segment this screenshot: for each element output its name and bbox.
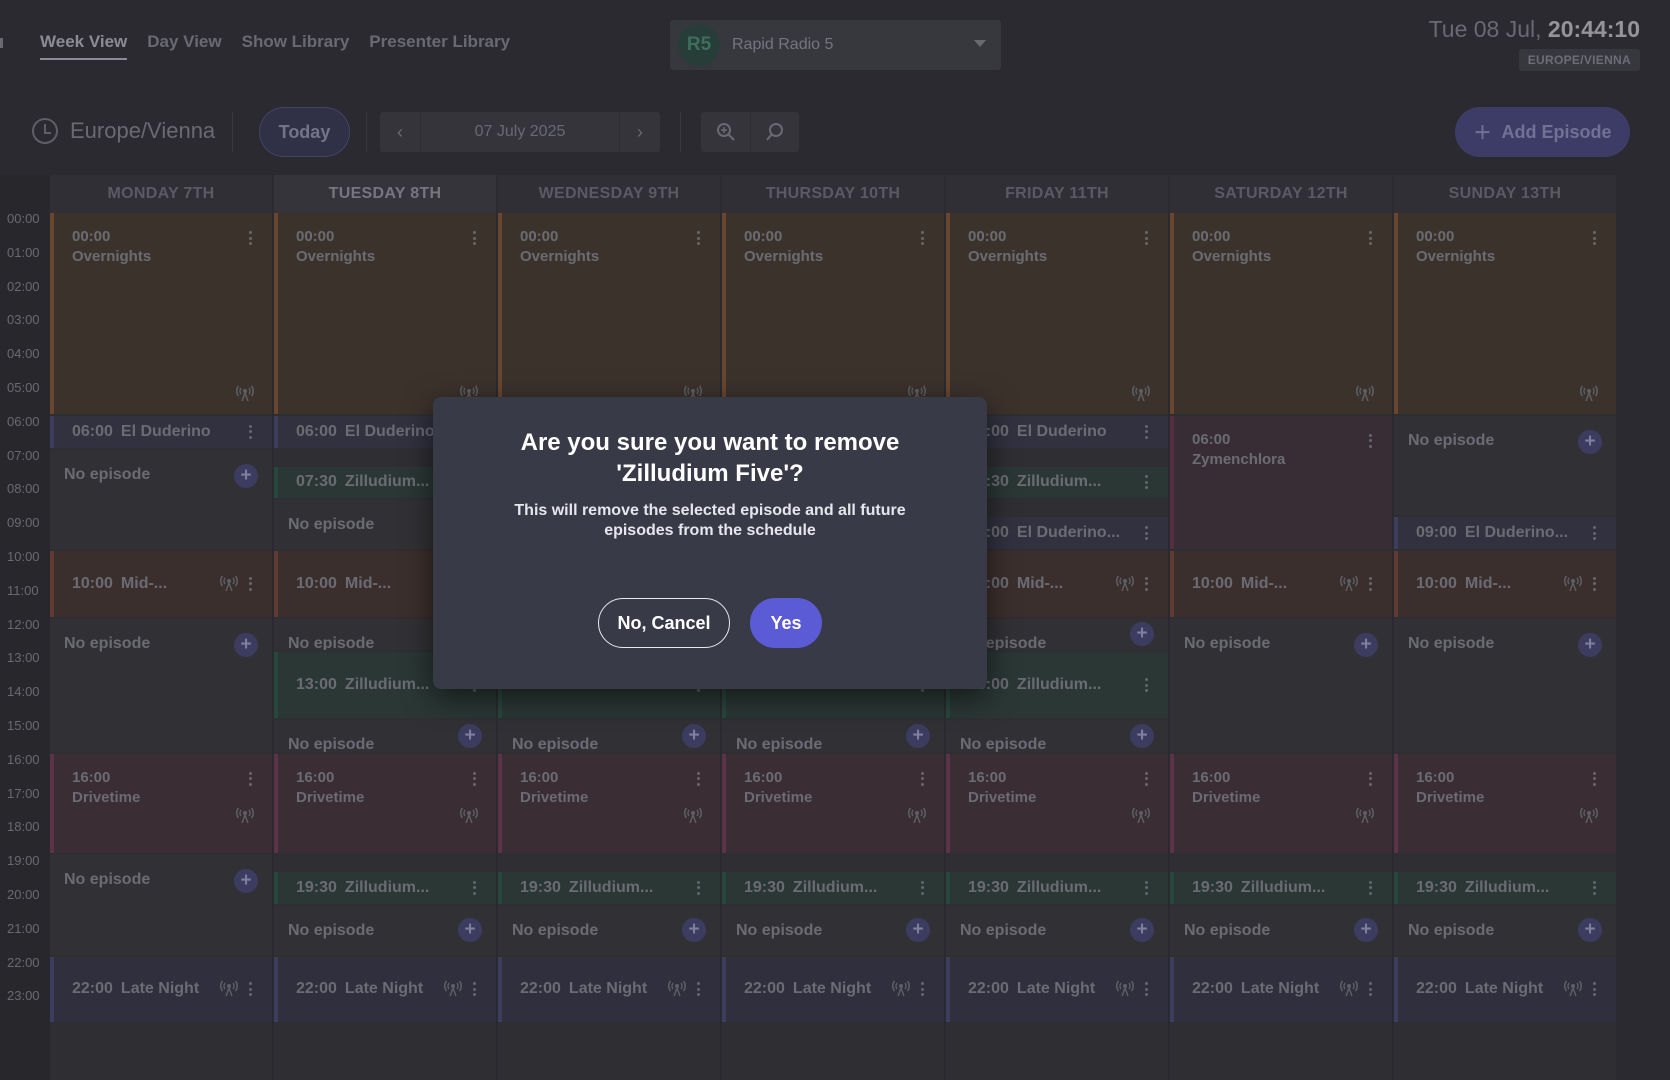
confirm-remove-dialog: Are you sure you want to remove 'Zilludi… (433, 397, 987, 689)
dialog-message: This will remove the selected episode an… (514, 502, 906, 539)
app-root: Week View Day View Show Library Presente… (0, 0, 1670, 1080)
dialog-title: Are you sure you want to remove 'Zilludi… (520, 429, 900, 487)
dialog-actions: No, Cancel Yes (433, 598, 987, 648)
modal-backdrop[interactable]: Are you sure you want to remove 'Zilludi… (0, 0, 1670, 1080)
confirm-yes-button[interactable]: Yes (750, 598, 822, 648)
cancel-button[interactable]: No, Cancel (598, 598, 730, 648)
